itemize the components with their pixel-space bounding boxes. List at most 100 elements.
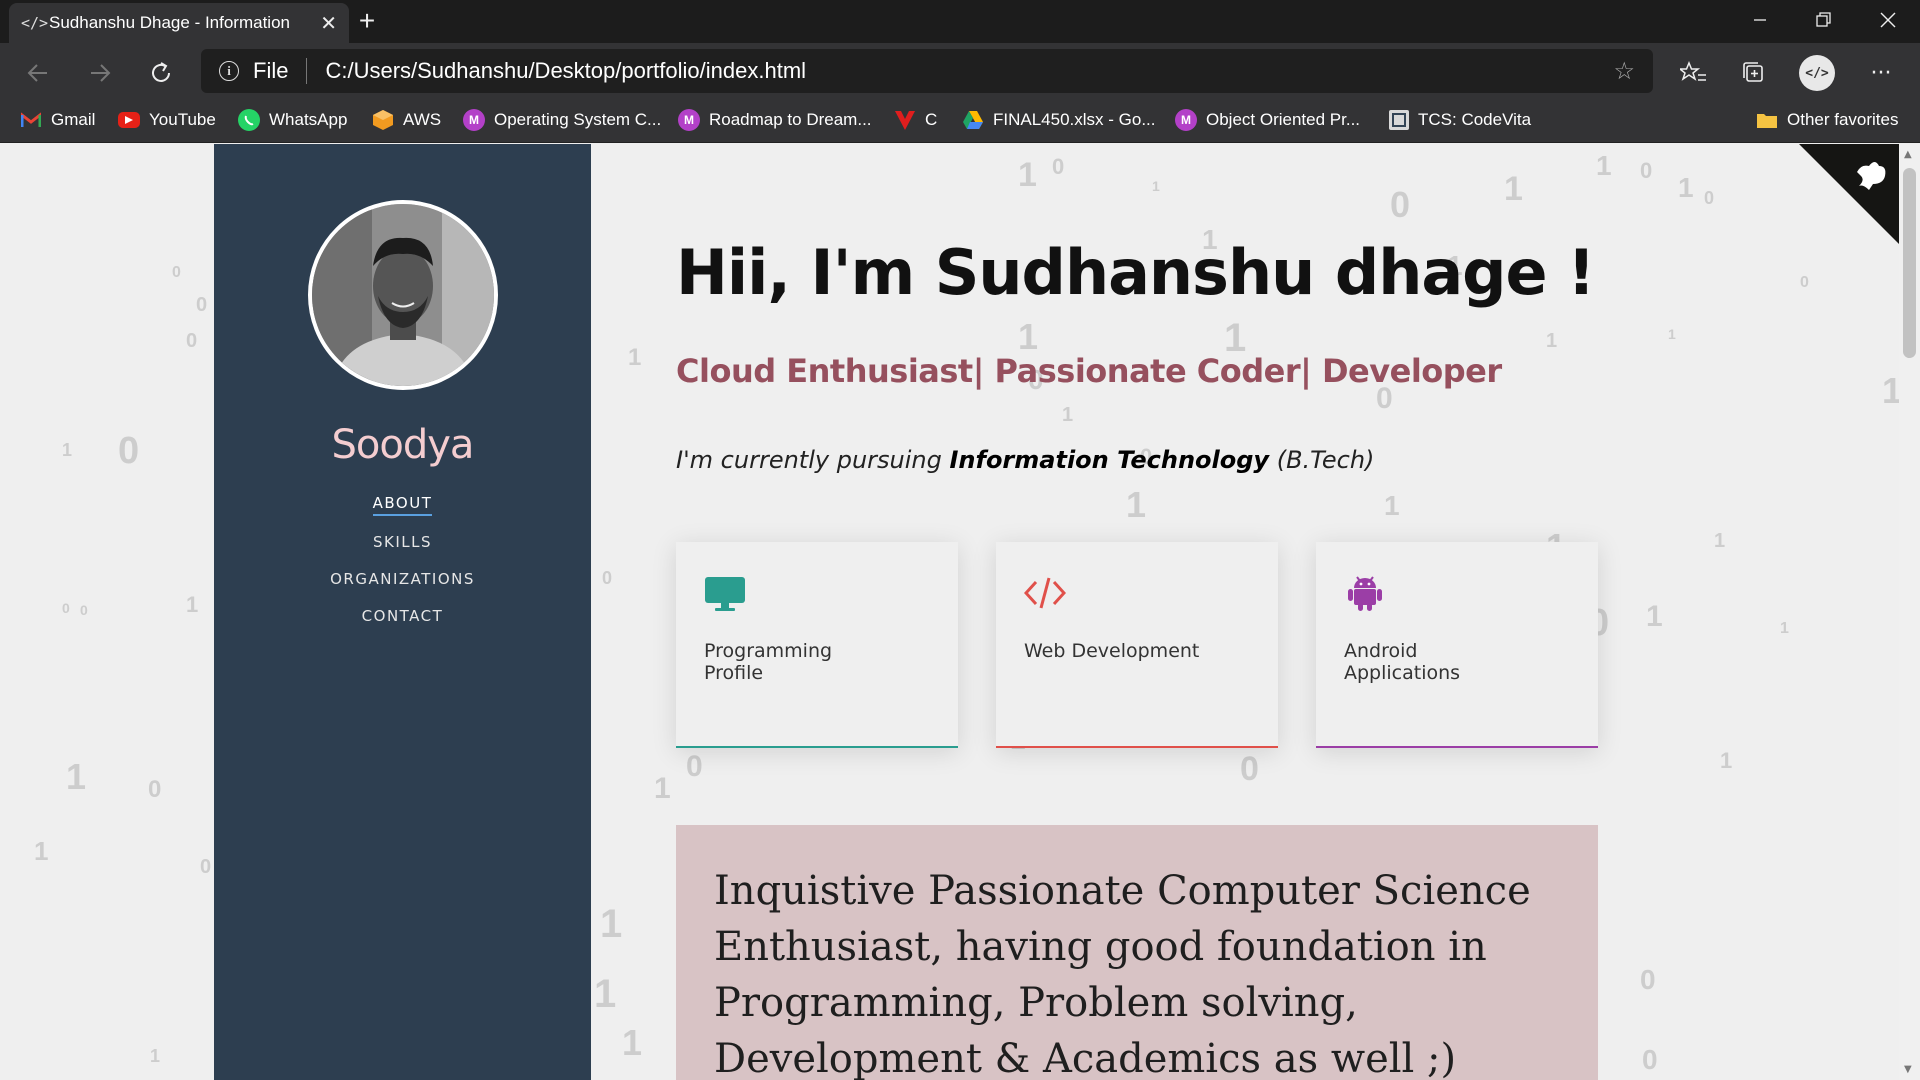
bookmark-label: FINAL450.xlsx - Go...: [993, 110, 1156, 129]
bookmark-label: Gmail: [51, 110, 96, 129]
binary-digit: 0: [118, 430, 140, 472]
pursuit-prefix: I'm currently pursuing: [676, 446, 950, 474]
android-icon: [1348, 576, 1382, 611]
scrollbar-thumb[interactable]: [1903, 168, 1916, 358]
binary-digit: 1: [62, 440, 73, 460]
minimize-button[interactable]: [1728, 0, 1792, 40]
binary-digit: 1: [1720, 748, 1733, 773]
hero-subtitle: Cloud Enthusiast| Passionate Coder| Deve…: [676, 352, 1502, 390]
hero-title: Hii, I'm Sudhanshu dhage !: [676, 236, 1595, 309]
restore-button[interactable]: [1792, 0, 1856, 40]
url-text[interactable]: C:/Users/Sudhanshu/Desktop/portfolio/ind…: [325, 58, 806, 84]
bookmark-label: AWS: [403, 110, 442, 129]
drive-icon: [962, 109, 984, 131]
card-underline: [676, 746, 958, 748]
binary-digit: 0: [186, 330, 198, 352]
address-bar[interactable]: i File C:/Users/Sudhanshu/Desktop/portfo…: [201, 49, 1653, 93]
nav-about[interactable]: ABOUT: [372, 494, 433, 516]
github-corner-link[interactable]: [1799, 144, 1899, 244]
refresh-icon: [152, 62, 170, 82]
other-favorites[interactable]: Other favorites: [1756, 100, 1899, 140]
settings-more-button[interactable]: ···: [1861, 53, 1901, 93]
bookmark-c[interactable]: C: [894, 100, 937, 140]
binary-digit: 0: [1640, 964, 1656, 995]
favorites-list-icon: [1680, 61, 1706, 81]
bookmark-youtube[interactable]: YouTube: [118, 100, 216, 140]
bookmark-label: Roadmap to Dream...: [709, 110, 872, 129]
collections-button[interactable]: [1734, 53, 1774, 93]
github-octocat-icon: [1799, 144, 1899, 244]
binary-digit: 1: [66, 756, 87, 797]
close-window-button[interactable]: [1856, 0, 1920, 40]
binary-digit: 1: [1780, 620, 1789, 637]
nav-contact[interactable]: CONTACT: [362, 607, 444, 627]
binary-digit: 0: [686, 750, 703, 783]
youtube-icon: [118, 112, 140, 128]
bookmark-operating-system[interactable]: M Operating System C...: [463, 100, 661, 140]
bookmark-object-oriented[interactable]: M Object Oriented Pr...: [1175, 100, 1360, 140]
binary-digit: 0: [1800, 274, 1809, 291]
binary-digit: 1: [1668, 326, 1676, 342]
card-android-applications[interactable]: Android Applications: [1316, 542, 1598, 748]
about-section: Inquistive Passionate Computer Science E…: [676, 825, 1598, 1080]
site-name[interactable]: Soodya: [214, 422, 591, 468]
close-icon: [1880, 12, 1896, 28]
binary-digit: 1: [1882, 370, 1899, 411]
card-programming-profile[interactable]: Programming Profile: [676, 542, 958, 748]
bookmark-aws[interactable]: AWS: [372, 100, 441, 140]
binary-digit: 0: [1240, 750, 1259, 788]
sidebar-nav: ABOUT SKILLS ORGANIZATIONS CONTACT: [214, 494, 591, 644]
binary-digit: 1: [1546, 330, 1558, 352]
bookmark-whatsapp[interactable]: WhatsApp: [238, 100, 347, 140]
m-icon: M: [463, 109, 485, 131]
binary-digit: 0: [602, 568, 613, 588]
binary-digit: 0: [1642, 1044, 1658, 1075]
binary-digit: 1: [1504, 170, 1523, 208]
forward-button[interactable]: [80, 53, 120, 93]
bookmark-codevita[interactable]: TCS: CodeVita: [1389, 100, 1531, 140]
binary-digit: 0: [200, 856, 212, 878]
scroll-up-icon[interactable]: ▲: [1904, 149, 1912, 160]
binary-digit: 1: [622, 1022, 643, 1063]
nav-organizations[interactable]: ORGANIZATIONS: [330, 570, 475, 590]
binary-digit: 0: [62, 600, 70, 616]
binary-digit: 1: [594, 972, 617, 1016]
browser-tab[interactable]: </> Sudhanshu Dhage - Information ✕: [9, 3, 349, 43]
refresh-button[interactable]: [141, 53, 181, 93]
tab-strip: </> Sudhanshu Dhage - Information ✕ +: [0, 0, 1920, 43]
binary-digit: 1: [1678, 172, 1694, 203]
v-icon: [894, 109, 916, 131]
card-underline: [1316, 746, 1598, 748]
bookmark-roadmap[interactable]: M Roadmap to Dream...: [678, 100, 872, 140]
page-scrollbar[interactable]: ▲ ▼: [1899, 144, 1920, 1080]
arrow-left-icon: [27, 64, 47, 82]
favorites-button[interactable]: [1673, 53, 1713, 93]
bookmark-gmail[interactable]: Gmail: [20, 100, 95, 140]
binary-digit: 1: [1126, 484, 1147, 525]
binary-digit: 1: [1714, 530, 1726, 552]
profile-avatar[interactable]: </>: [1799, 55, 1835, 91]
binary-digit: 0: [148, 776, 162, 803]
code-icon: [1024, 577, 1066, 609]
gmail-icon: [20, 109, 42, 131]
other-favorites-label: Other favorites: [1787, 110, 1899, 129]
nav-skills[interactable]: SKILLS: [373, 533, 432, 553]
bookmark-label: C: [925, 110, 938, 129]
bookmark-label: Object Oriented Pr...: [1206, 110, 1361, 129]
arrow-right-icon: [91, 64, 111, 82]
binary-digit: 0: [80, 602, 88, 618]
info-icon[interactable]: i: [219, 61, 239, 81]
code-favicon-icon: </>: [21, 14, 49, 32]
new-tab-button[interactable]: +: [352, 6, 382, 36]
profile-photo-image: [312, 204, 494, 386]
binary-digit: 1: [1596, 150, 1612, 181]
binary-digit: 1: [1384, 490, 1400, 521]
close-tab-icon[interactable]: ✕: [320, 11, 337, 35]
card-label: Web Development: [1024, 640, 1200, 662]
card-web-development[interactable]: Web Development: [996, 542, 1278, 748]
add-favorite-star-icon[interactable]: ☆: [1613, 57, 1635, 86]
bookmark-final450[interactable]: FINAL450.xlsx - Go...: [962, 100, 1156, 140]
scroll-down-icon[interactable]: ▼: [1904, 1064, 1912, 1075]
back-button[interactable]: [18, 53, 58, 93]
binary-digit: 0: [1704, 188, 1715, 208]
